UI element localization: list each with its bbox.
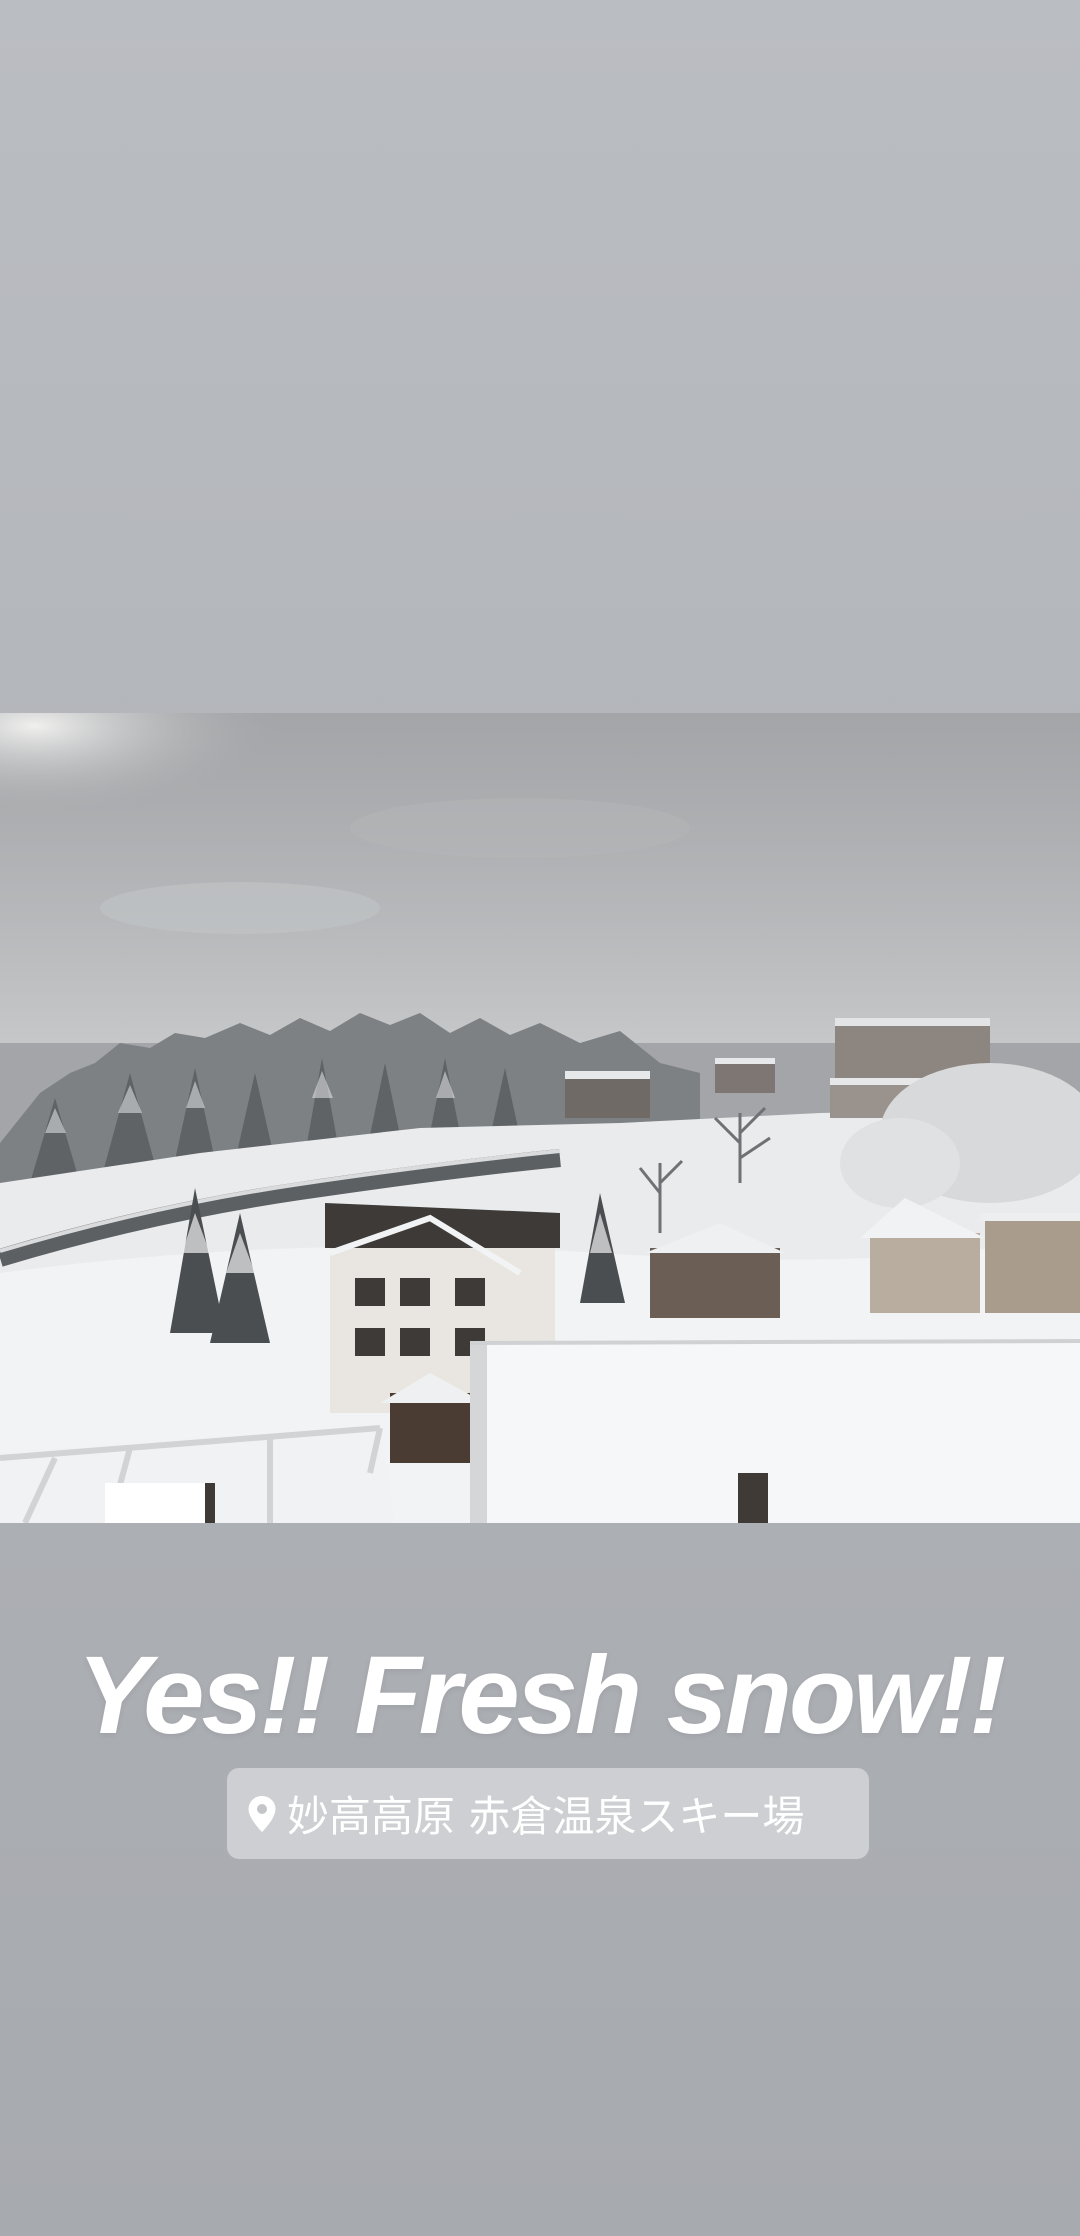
story-caption: Yes!! Fresh snow!! [77, 1634, 1006, 1757]
story-photo [0, 713, 1080, 1523]
story-canvas: Yes!! Fresh snow!! 妙高高原 赤倉温泉スキー場 [0, 0, 1080, 2236]
location-sticker[interactable]: 妙高高原 赤倉温泉スキー場 [227, 1768, 869, 1859]
location-pin-icon [248, 1795, 276, 1832]
location-label: 妙高高原 赤倉温泉スキー場 [287, 1792, 805, 1841]
snow-landscape-image [0, 713, 1080, 1523]
